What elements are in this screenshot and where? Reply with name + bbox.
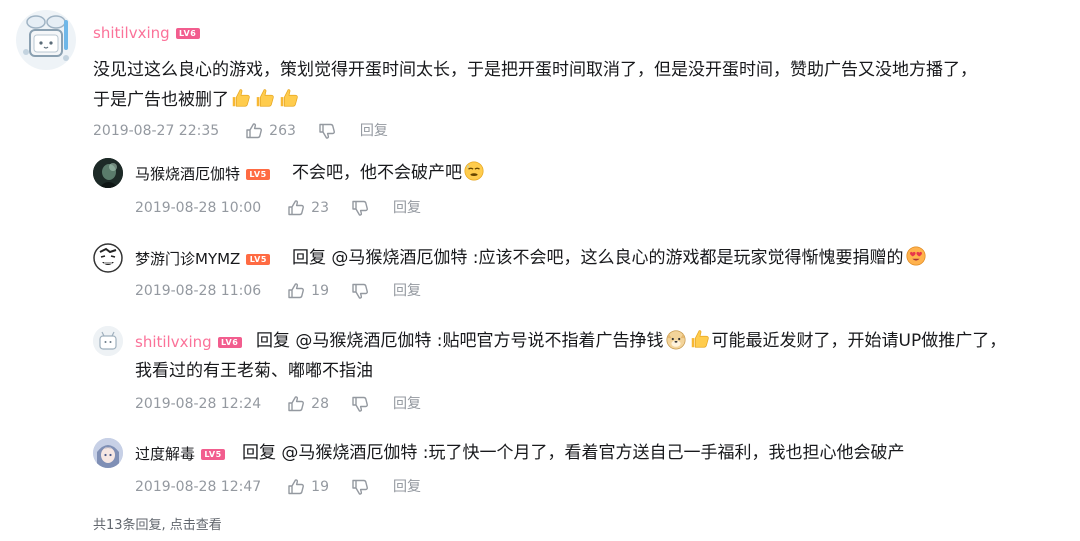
reply-text-line2: 我看过的有王老菊、嘟嘟不指油	[135, 361, 373, 381]
reply-meta: 2019-08-28 12:47 19 回复	[135, 478, 421, 496]
username-text[interactable]: 马猴烧酒厄伽特	[135, 165, 240, 183]
timestamp: 2019-08-28 12:24	[135, 396, 262, 412]
reply-prefix: 回复	[242, 443, 282, 463]
thumbs-up-emoji-icon	[254, 87, 276, 109]
reply-content-continued: 可能最近发财了，开始请UP做推广了，	[711, 331, 1007, 351]
like-count: 23	[311, 200, 329, 216]
doge-emoji-icon	[666, 330, 686, 350]
comment-text-line2: 于是广告也被删了	[93, 85, 301, 115]
reply-content: :玩了快一个月了，看着官方送自己一手福利，我也担心他会破产	[417, 443, 905, 463]
reply-button[interactable]: 回复	[393, 282, 421, 300]
reply-username[interactable]: 过度解毒 LV5	[135, 445, 226, 463]
reply-username[interactable]: shitilvxing LV6	[135, 333, 242, 351]
reply-content: :应该不会吧，这么良心的游戏都是玩家觉得惭愧要捐赠的	[467, 248, 904, 268]
thumb-up-icon	[245, 122, 263, 140]
character-avatar-icon	[93, 158, 123, 188]
username-text[interactable]: 过度解毒	[135, 445, 195, 463]
anime-girl-avatar-icon	[93, 438, 123, 468]
like-count: 19	[311, 283, 329, 299]
thumbs-up-emoji-icon	[689, 328, 711, 350]
heart-eyes-emoji-icon	[906, 246, 926, 266]
like-count: 263	[269, 123, 296, 139]
reply-button[interactable]: 回复	[393, 395, 421, 413]
like-button[interactable]: 19	[287, 478, 329, 496]
avatar[interactable]	[93, 158, 123, 188]
sweat-face-emoji-icon	[464, 161, 484, 181]
comment-text: 于是广告也被删了	[93, 90, 229, 110]
dislike-button[interactable]	[351, 478, 369, 496]
timestamp: 2019-08-28 12:47	[135, 479, 262, 495]
username-text[interactable]: 梦游门诊MYMZ	[135, 250, 240, 268]
dislike-button[interactable]	[318, 122, 336, 140]
level-badge: LV5	[246, 254, 271, 265]
reply-button[interactable]: 回复	[360, 122, 388, 140]
level-badge: LV5	[201, 449, 226, 460]
avatar[interactable]	[93, 243, 123, 273]
reply-username[interactable]: 梦游门诊MYMZ LV5	[135, 250, 271, 268]
like-button[interactable]: 263	[245, 122, 296, 140]
like-button[interactable]: 28	[287, 395, 329, 413]
level-badge: LV6	[175, 28, 200, 39]
dislike-button[interactable]	[351, 282, 369, 300]
thumb-up-icon	[287, 478, 305, 496]
like-button[interactable]: 23	[287, 199, 329, 217]
reply-meta: 2019-08-28 11:06 19 回复	[135, 282, 421, 300]
mention-link[interactable]: @马猴烧酒厄伽特	[331, 248, 467, 268]
thumb-up-icon	[287, 199, 305, 217]
like-button[interactable]: 19	[287, 282, 329, 300]
thumb-down-icon	[351, 282, 369, 300]
timestamp: 2019-08-27 22:35	[93, 123, 220, 139]
avatar[interactable]	[93, 326, 123, 356]
timestamp: 2019-08-28 10:00	[135, 200, 262, 216]
reply-button[interactable]: 回复	[393, 478, 421, 496]
reply-meta: 2019-08-28 12:24 28 回复	[135, 395, 421, 413]
thumb-down-icon	[351, 395, 369, 413]
comment-text-line1: 没见过这么良心的游戏，策划觉得开蛋时间太长，于是把开蛋时间取消了，但是没开蛋时间…	[93, 60, 977, 80]
thumbs-up-emoji-icon	[278, 87, 300, 109]
dislike-button[interactable]	[351, 199, 369, 217]
sketch-face-avatar-icon	[93, 243, 123, 273]
thumb-up-icon	[287, 395, 305, 413]
comment-meta: 2019-08-27 22:35 263 回复	[93, 122, 388, 140]
reply-text: 回复 @马猴烧酒厄伽特 :玩了快一个月了，看着官方送自己一手福利，我也担心他会破…	[242, 438, 905, 468]
comment-username[interactable]: shitilvxing LV6	[93, 24, 200, 42]
reply-prefix: 回复	[292, 248, 332, 268]
reply-text: 不会吧，他不会破产吧	[292, 158, 486, 188]
thumb-up-icon	[287, 282, 305, 300]
reply-prefix: 回复	[256, 331, 296, 351]
reply-text: 回复 @马猴烧酒厄伽特 :贴吧官方号说不指着广告挣钱 可能最近发财了，开始请UP…	[256, 326, 1006, 356]
reply-text: 回复 @马猴烧酒厄伽特 :应该不会吧，这么良心的游戏都是玩家觉得惭愧要捐赠的	[292, 243, 928, 273]
thumb-down-icon	[318, 122, 336, 140]
tv-mascot-avatar-icon	[16, 10, 76, 70]
view-all-replies-link[interactable]: 共13条回复, 点击查看	[93, 514, 222, 533]
thumb-down-icon	[351, 478, 369, 496]
like-count: 28	[311, 396, 329, 412]
mention-link[interactable]: @马猴烧酒厄伽特	[295, 331, 431, 351]
timestamp: 2019-08-28 11:06	[135, 283, 262, 299]
level-badge: LV5	[246, 169, 271, 180]
thumbs-up-emoji-icon	[230, 87, 252, 109]
level-badge: LV6	[217, 337, 242, 348]
reply-content: 不会吧，他不会破产吧	[292, 163, 462, 183]
dislike-button[interactable]	[351, 395, 369, 413]
reply-meta: 2019-08-28 10:00 23 回复	[135, 199, 421, 217]
reply-content: :贴吧官方号说不指着广告挣钱	[431, 331, 664, 351]
like-count: 19	[311, 479, 329, 495]
tv-mascot-avatar-icon	[93, 326, 123, 356]
username-text[interactable]: shitilvxing	[93, 24, 170, 42]
reply-button[interactable]: 回复	[393, 199, 421, 217]
username-text[interactable]: shitilvxing	[135, 333, 212, 351]
mention-link[interactable]: @马猴烧酒厄伽特	[281, 443, 417, 463]
thumb-down-icon	[351, 199, 369, 217]
avatar[interactable]	[14, 8, 78, 72]
reply-username[interactable]: 马猴烧酒厄伽特 LV5	[135, 165, 271, 183]
avatar[interactable]	[93, 438, 123, 468]
